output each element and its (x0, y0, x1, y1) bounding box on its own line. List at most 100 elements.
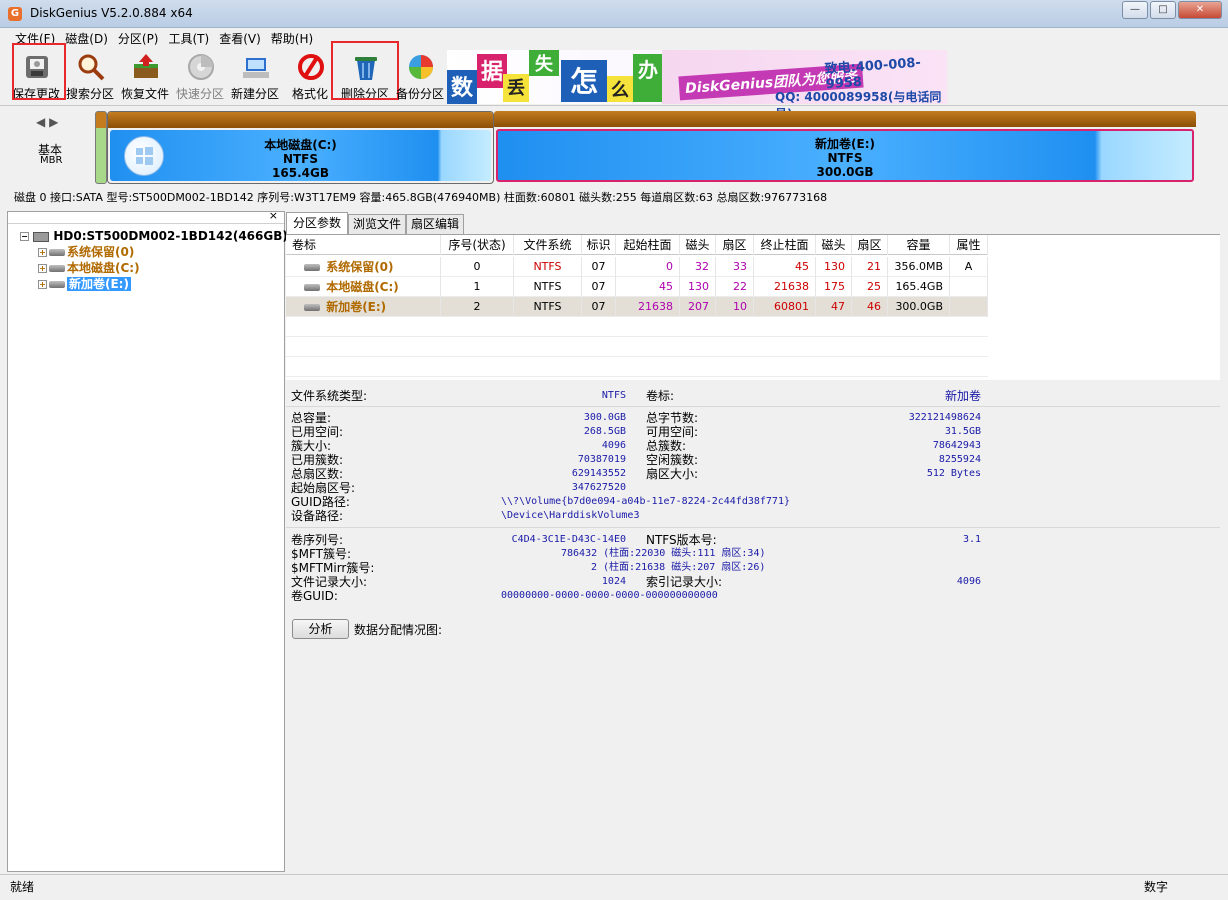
sector-size-value: 512 Bytes (926, 468, 981, 479)
col-header[interactable]: 起始柱面 (616, 235, 680, 255)
tab-partition-params[interactable]: 分区参数 (286, 212, 349, 234)
col-header[interactable]: 终止柱面 (754, 235, 816, 255)
partition-block-name: 新加卷(E:) (815, 137, 875, 151)
backup-partition-button[interactable]: 备份分区 (392, 48, 448, 104)
menu-partition[interactable]: 分区(P) (113, 30, 164, 48)
menu-tools[interactable]: 工具(T) (164, 30, 215, 48)
close-button[interactable]: ✕ (1178, 1, 1222, 19)
close-panel-icon[interactable]: × (269, 209, 278, 222)
diskgenius-app-icon[interactable]: G (8, 7, 22, 21)
table-row-selected[interactable]: 新加卷(E:) 2 NTFS 07 21638 207 10 60801 47 … (286, 297, 988, 317)
new-partition-icon (243, 58, 269, 78)
col-header[interactable]: 序号(状态) (441, 235, 514, 255)
recover-files-button[interactable]: 恢复文件 (117, 48, 173, 104)
expand-icon[interactable]: + (38, 280, 47, 289)
cell-label: 新加卷(E:) (286, 297, 441, 317)
maximize-button[interactable]: □ (1150, 1, 1176, 19)
cell-attr (950, 277, 988, 297)
collapse-icon[interactable]: − (20, 232, 29, 241)
cell-fs: NTFS (514, 277, 582, 297)
serial-value: C4D4-3C1E-D43C-14E0 (511, 534, 626, 545)
partition-block-size: 165.4GB (272, 166, 329, 180)
minimize-button[interactable]: — (1122, 1, 1148, 19)
format-button[interactable]: 格式化 (282, 48, 338, 104)
save-highlight-box (12, 43, 66, 100)
file-record-value: 1024 (601, 576, 626, 587)
volume-guid-label: 卷GUID: (291, 589, 338, 603)
total-clusters-value: 78642943 (932, 440, 981, 451)
device-path-value: \Device\HarddiskVolume3 (501, 510, 640, 521)
mft-label: $MFT簇号: (291, 547, 352, 561)
col-header[interactable]: 容量 (888, 235, 950, 255)
cell-capacity: 356.0MB (888, 257, 950, 277)
cell-fs: NTFS (514, 297, 582, 317)
partition-block-cap (494, 111, 1196, 127)
ntfs-version-label: NTFS版本号: (646, 533, 717, 547)
search-partition-button[interactable]: 搜索分区 (62, 48, 118, 104)
col-header[interactable]: 文件系统 (514, 235, 582, 255)
total-bytes-value: 322121498624 (908, 412, 981, 423)
col-header[interactable]: 属性 (950, 235, 988, 255)
cell-start-cyl: 21638 (616, 297, 680, 317)
tree-disk-root[interactable]: − HD0:ST500DM002-1BD142(466GB) (8, 228, 288, 244)
tree-partition-label: 新加卷(E:) (67, 277, 131, 291)
tree-partition-label: 本地磁盘(C:) (67, 261, 140, 275)
system-reserved-block[interactable] (95, 111, 107, 184)
partition-icon (304, 264, 320, 271)
total-clusters-label: 总簇数: (646, 439, 687, 453)
col-header[interactable]: 磁头 (816, 235, 852, 255)
expand-icon[interactable]: + (38, 264, 47, 273)
partition-block-fs: NTFS (827, 151, 863, 165)
partition-icon (49, 249, 65, 256)
disk-partition-style: MBR (40, 155, 63, 166)
next-disk-icon[interactable]: ▶ (49, 115, 58, 129)
cell-capacity: 165.4GB (888, 277, 950, 297)
col-header[interactable]: 标识 (582, 235, 616, 255)
expand-icon[interactable]: + (38, 248, 47, 257)
volume-label-value: 新加卷 (944, 389, 981, 403)
menu-disk[interactable]: 磁盘(D) (60, 30, 113, 48)
file-record-label: 文件记录大小: (291, 575, 368, 589)
ad-banner[interactable]: 数 据 丢 失 怎 么 办 DiskGenius团队为您服务 致电:400-00… (447, 50, 947, 121)
alloc-map-label: 数据分配情况图: (354, 623, 443, 637)
partition-block-fs: NTFS (282, 152, 319, 166)
partition-block-c[interactable]: 本地磁盘(C:) NTFS 165.4GB (107, 111, 494, 184)
col-header[interactable]: 扇区 (716, 235, 754, 255)
col-header[interactable]: 卷标 (286, 235, 441, 255)
quick-partition-icon (188, 54, 214, 80)
tree-partition-item[interactable]: + 本地磁盘(C:) (8, 260, 284, 276)
cell-end-head: 175 (816, 277, 852, 297)
analyze-button[interactable]: 分析 (292, 619, 349, 639)
quick-partition-button[interactable]: 快速分区 (172, 48, 228, 104)
partition-block-e[interactable]: 新加卷(E:) NTFS 300.0GB (494, 111, 1196, 184)
menu-bar: 文件(F) 磁盘(D) 分区(P) 工具(T) 查看(V) 帮助(H) (0, 30, 1228, 48)
tree-panel-header: × (8, 209, 284, 224)
cell-end-sec: 21 (852, 257, 888, 277)
cell-end-head: 47 (816, 297, 852, 317)
recover-files-label: 恢复文件 (120, 87, 169, 101)
tree-partition-item-selected[interactable]: + 新加卷(E:) (8, 276, 284, 292)
tree-partition-item[interactable]: + 系统保留(0) (8, 244, 284, 260)
col-header[interactable]: 扇区 (852, 235, 888, 255)
col-header[interactable]: 磁头 (680, 235, 716, 255)
backup-pie-icon (409, 55, 433, 79)
menu-view[interactable]: 查看(V) (214, 30, 266, 48)
partition-block-name: 本地磁盘(C:) (264, 138, 337, 152)
banner-tile: 么 (607, 76, 633, 102)
total-capacity-value: 300.0GB (583, 412, 626, 423)
disk-tree-panel: × − HD0:ST500DM002-1BD142(466GB) + 系统保留(0… (7, 209, 288, 872)
cell-end-sec: 25 (852, 277, 888, 297)
tab-sector-editor[interactable]: 扇区编辑 (406, 214, 465, 234)
table-row-empty (286, 317, 988, 337)
table-row[interactable]: 系统保留(0) 0 NTFS 07 0 32 33 45 130 21 356.… (286, 257, 988, 277)
menu-help[interactable]: 帮助(H) (266, 30, 318, 48)
toolbar: 保存更改 搜索分区 恢复文件 快速分区 新建分区 格式化 删除分区 备份分区 数… (0, 41, 1228, 121)
tab-browse-files[interactable]: 浏览文件 (348, 214, 407, 234)
cell-start-head: 207 (680, 297, 716, 317)
guid-path-value: \\?\Volume{b7d0e094-a04b-11e7-8224-2c44f… (501, 496, 790, 507)
prev-disk-icon[interactable]: ◀ (36, 115, 45, 129)
table-row[interactable]: 本地磁盘(C:) 1 NTFS 07 45 130 22 21638 175 2… (286, 277, 988, 297)
new-partition-button[interactable]: 新建分区 (227, 48, 283, 104)
quick-partition-label: 快速分区 (175, 87, 224, 101)
used-space-label: 已用空间: (291, 425, 344, 439)
